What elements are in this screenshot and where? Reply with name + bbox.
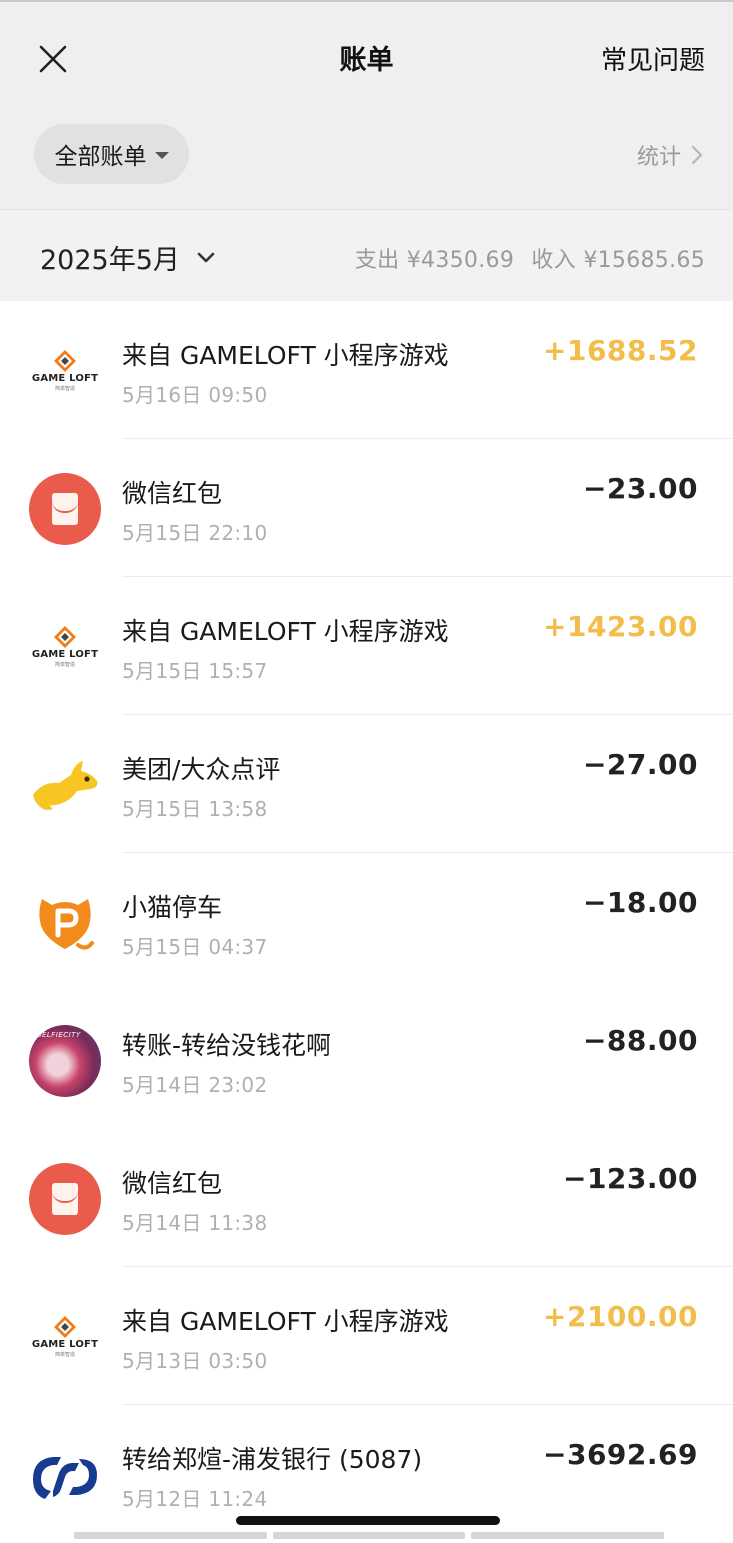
stats-label: 统计 — [636, 145, 681, 170]
chevron-right-icon — [691, 145, 703, 165]
transaction-row[interactable]: 微信红包 5月14日 11:38 −123.00 — [0, 1129, 733, 1267]
avatar-tag: SELFIECITY — [37, 1031, 81, 1039]
bottom-tab-strip — [74, 1532, 665, 1539]
transaction-row[interactable]: 美团/大众点评 5月15日 13:58 −27.00 — [0, 715, 733, 853]
transaction-time: 5月14日 11:38 — [122, 1211, 268, 1235]
transaction-time: 5月12日 11:24 — [122, 1487, 268, 1511]
transaction-amount: −3692.69 — [543, 1438, 698, 1471]
tab-strip-segment — [272, 1532, 466, 1539]
month-label: 2025年5月 — [40, 245, 180, 276]
transaction-amount: +1688.52 — [543, 334, 698, 367]
transaction-time: 5月15日 13:58 — [122, 797, 268, 821]
transaction-title: 转账-转给没钱花啊 — [122, 1031, 332, 1060]
gameloft-logo-icon: GAME LOFT 简单智造 — [28, 1300, 102, 1374]
transaction-title: 来自 GAMELOFT 小程序游戏 — [122, 1307, 449, 1336]
transaction-time: 5月13日 03:50 — [122, 1349, 268, 1373]
transaction-row[interactable]: SELFIECITY 转账-转给没钱花啊 5月14日 23:02 −88.00 — [0, 991, 733, 1129]
transaction-time: 5月16日 09:50 — [122, 383, 268, 407]
tab-strip-segment — [471, 1532, 665, 1539]
gameloft-sub: 简单智造 — [54, 662, 75, 668]
red-packet-icon — [28, 1162, 102, 1236]
transaction-amount: −18.00 — [582, 886, 698, 919]
transaction-amount: −23.00 — [582, 472, 698, 505]
bill-filter-dropdown[interactable]: 全部账单 — [34, 124, 189, 184]
transaction-title: 转给郑煊-浦发银行 (5087) — [122, 1445, 423, 1474]
month-income-total: 收入 ¥15685.65 — [531, 248, 705, 273]
month-summary: 支出 ¥4350.69 收入 ¥15685.65 — [345, 242, 705, 274]
red-packet-icon — [28, 472, 102, 546]
transaction-list: GAME LOFT 简单智造 来自 GAMELOFT 小程序游戏 5月16日 0… — [0, 301, 733, 1543]
caret-down-icon — [154, 151, 169, 159]
chevron-down-icon — [197, 252, 215, 262]
transaction-title: 微信红包 — [122, 479, 223, 508]
transaction-title: 美团/大众点评 — [122, 755, 281, 784]
transaction-title: 微信红包 — [122, 1169, 223, 1198]
month-expense-total: 支出 ¥4350.69 — [354, 248, 515, 273]
stats-link[interactable]: 统计 — [637, 139, 703, 171]
transaction-amount: −88.00 — [582, 1024, 698, 1057]
gameloft-sub: 简单智造 — [54, 386, 75, 392]
transaction-amount: −123.00 — [562, 1162, 698, 1195]
faq-link[interactable]: 常见问题 — [601, 40, 705, 77]
month-bar: 2025年5月 支出 ¥4350.69 收入 ¥15685.65 — [0, 209, 733, 301]
gameloft-text: GAME LOFT — [31, 649, 99, 660]
transaction-title: 来自 GAMELOFT 小程序游戏 — [122, 341, 449, 370]
transaction-title: 来自 GAMELOFT 小程序游戏 — [122, 617, 449, 646]
gameloft-logo-icon: GAME LOFT 简单智造 — [28, 610, 102, 684]
transaction-row[interactable]: GAME LOFT 简单智造 来自 GAMELOFT 小程序游戏 5月13日 0… — [0, 1267, 733, 1405]
transaction-amount: +1423.00 — [543, 610, 698, 643]
meituan-kangaroo-icon — [28, 748, 102, 822]
transaction-time: 5月15日 22:10 — [122, 521, 268, 545]
nav-bar: 账单 常见问题 — [0, 2, 733, 112]
transaction-title: 小猫停车 — [122, 893, 223, 922]
parking-p-icon — [28, 886, 102, 960]
transaction-time: 5月15日 04:37 — [122, 935, 268, 959]
transaction-time: 5月14日 23:02 — [122, 1073, 268, 1097]
header-area: 账单 常见问题 全部账单 统计 — [0, 0, 733, 209]
transaction-row[interactable]: GAME LOFT 简单智造 来自 GAMELOFT 小程序游戏 5月16日 0… — [0, 301, 733, 439]
spdb-bank-icon — [28, 1438, 102, 1512]
transaction-amount: −27.00 — [582, 748, 698, 781]
gameloft-logo-icon: GAME LOFT 简单智造 — [28, 334, 102, 408]
tab-strip-segment — [74, 1532, 267, 1539]
gameloft-text: GAME LOFT — [31, 373, 99, 384]
contact-avatar-icon: SELFIECITY — [28, 1024, 102, 1098]
gameloft-text: GAME LOFT — [31, 1339, 99, 1350]
month-picker[interactable]: 2025年5月 — [40, 238, 216, 277]
transaction-row[interactable]: 微信红包 5月15日 22:10 −23.00 — [0, 439, 733, 577]
transaction-row[interactable]: 小猫停车 5月15日 04:37 −18.00 — [0, 853, 733, 991]
transaction-time: 5月15日 15:57 — [122, 659, 268, 683]
bill-filter-label: 全部账单 — [54, 144, 147, 170]
gameloft-sub: 简单智造 — [54, 1352, 75, 1358]
transaction-amount: +2100.00 — [543, 1300, 698, 1333]
transaction-row[interactable]: GAME LOFT 简单智造 来自 GAMELOFT 小程序游戏 5月15日 1… — [0, 577, 733, 715]
home-indicator — [236, 1516, 500, 1525]
